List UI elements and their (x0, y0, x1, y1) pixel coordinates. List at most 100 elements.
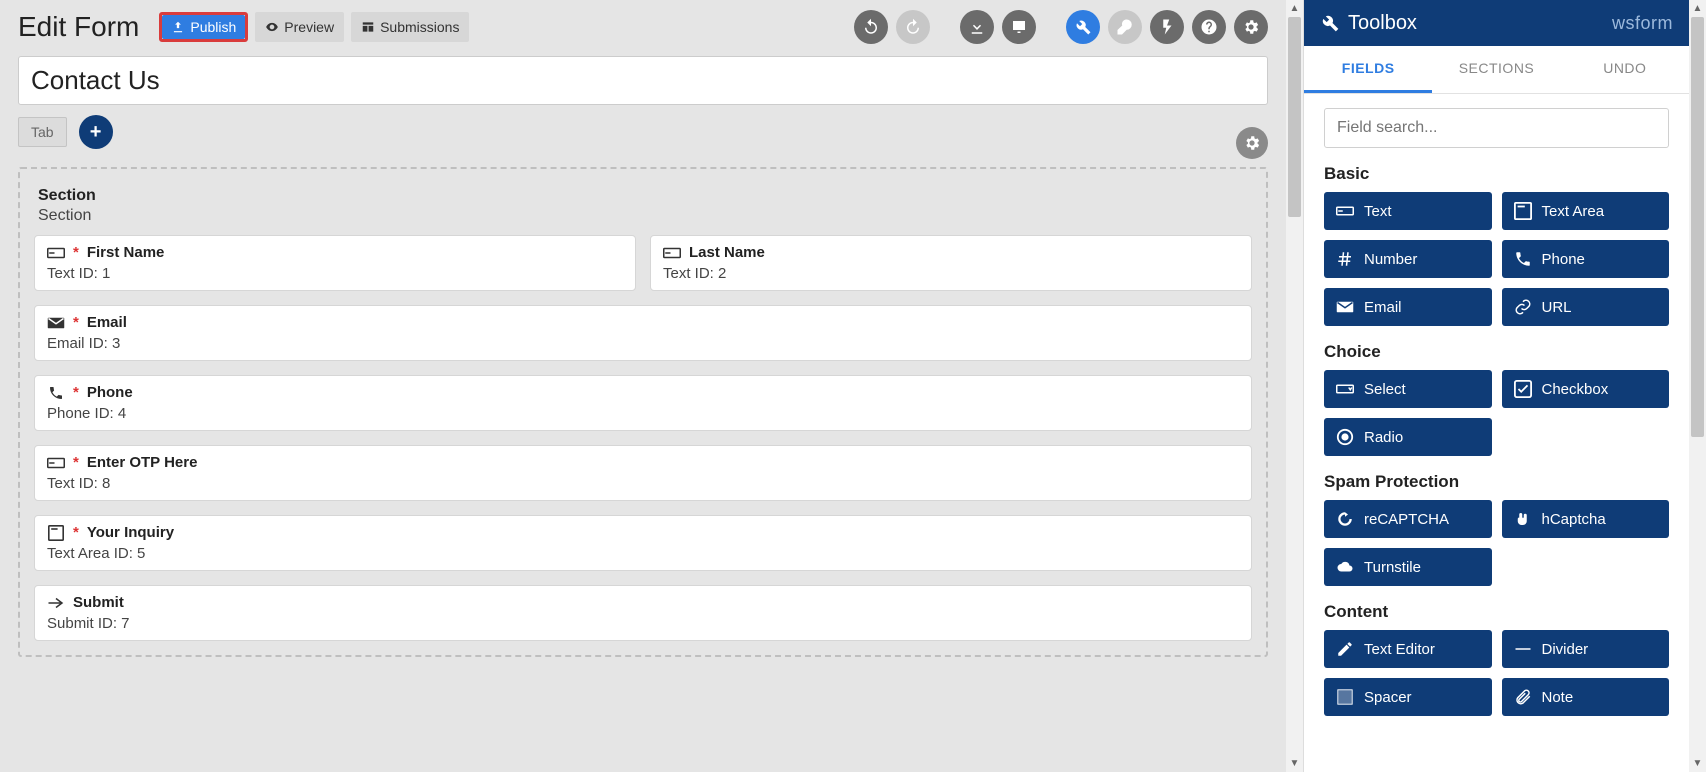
page-title: Edit Form (18, 11, 139, 43)
actions-button[interactable] (1150, 10, 1184, 44)
hash-icon (1336, 250, 1354, 268)
toolbox-item-phone[interactable]: Phone (1502, 240, 1670, 278)
scroll-up-icon[interactable]: ▲ (1689, 0, 1706, 17)
phone-icon (1514, 250, 1532, 268)
topbar: Edit Form Publish Preview Submissions (0, 0, 1286, 48)
field-meta: Text ID: 1 (47, 265, 623, 282)
toolbox-item-number[interactable]: Number (1324, 240, 1492, 278)
field-label: Last Name (689, 244, 765, 261)
toolbox-item-url[interactable]: URL (1502, 288, 1670, 326)
sidebar-scrollbar[interactable]: ▲ ▼ (1689, 0, 1706, 772)
toolbox-item-texteditor[interactable]: Text Editor (1324, 630, 1492, 668)
toolbox-item-turnstile[interactable]: Turnstile (1324, 548, 1492, 586)
field-submit[interactable]: Submit Submit ID: 7 (34, 585, 1252, 641)
top-buttons: Publish Preview Submissions (159, 12, 469, 42)
toolbox-item-textarea[interactable]: Text Area (1502, 192, 1670, 230)
toolbox-item-select[interactable]: Select (1324, 370, 1492, 408)
toolbox-item-text[interactable]: Text (1324, 192, 1492, 230)
help-icon (1200, 18, 1218, 36)
scroll-up-icon[interactable]: ▲ (1286, 0, 1303, 17)
field-search-input[interactable] (1324, 108, 1669, 148)
field-last-name[interactable]: Last Name Text ID: 2 (650, 235, 1252, 291)
text-field-icon (47, 245, 65, 261)
upload-icon (171, 20, 185, 34)
download-icon (968, 18, 986, 36)
field-first-name[interactable]: * First Name Text ID: 1 (34, 235, 636, 291)
tab-item[interactable]: Tab (18, 117, 67, 147)
screen-button[interactable] (1002, 10, 1036, 44)
form-title-input[interactable] (18, 56, 1268, 105)
toolbox-item-note[interactable]: Note (1502, 678, 1670, 716)
undo-icon (862, 18, 880, 36)
section-title: Section (38, 187, 1252, 205)
checkbox-icon (1514, 380, 1532, 398)
email-icon (1336, 298, 1354, 316)
undo-button[interactable] (854, 10, 888, 44)
submissions-label: Submissions (380, 19, 459, 35)
field-label: Enter OTP Here (87, 454, 198, 471)
scroll-thumb[interactable] (1691, 17, 1704, 437)
required-indicator: * (73, 524, 79, 541)
section-subtitle: Section (38, 207, 1252, 225)
publish-label: Publish (190, 19, 236, 35)
toolbox-body: Basic Text Text Area Number Phone Email … (1304, 94, 1689, 772)
field-meta: Submit ID: 7 (47, 615, 1239, 632)
gear-icon (1243, 134, 1261, 152)
tab-fields[interactable]: FIELDS (1304, 46, 1432, 93)
tools-button[interactable] (1066, 10, 1100, 44)
text-field-icon (1336, 202, 1354, 220)
required-indicator: * (73, 384, 79, 401)
download-button[interactable] (960, 10, 994, 44)
field-otp[interactable]: * Enter OTP Here Text ID: 8 (34, 445, 1252, 501)
field-phone[interactable]: * Phone Phone ID: 4 (34, 375, 1252, 431)
group-choice-title: Choice (1324, 342, 1669, 362)
add-tab-button[interactable]: + (79, 115, 113, 149)
scroll-thumb[interactable] (1288, 17, 1301, 217)
section-settings-button[interactable] (1236, 127, 1268, 159)
toolbox-item-hcaptcha[interactable]: hCaptcha (1502, 500, 1670, 538)
eye-icon (265, 20, 279, 34)
group-spam-title: Spam Protection (1324, 472, 1669, 492)
scroll-down-icon[interactable]: ▼ (1286, 755, 1303, 772)
tab-undo[interactable]: UNDO (1561, 46, 1689, 93)
scroll-down-icon[interactable]: ▼ (1689, 755, 1706, 772)
text-field-icon (47, 455, 65, 471)
field-email[interactable]: * Email Email ID: 3 (34, 305, 1252, 361)
field-label: First Name (87, 244, 165, 261)
phone-icon (47, 385, 65, 401)
edit-icon (1336, 640, 1354, 658)
key-button[interactable] (1108, 10, 1142, 44)
toolbox-item-divider[interactable]: Divider (1502, 630, 1670, 668)
help-button[interactable] (1192, 10, 1226, 44)
recaptcha-icon (1336, 510, 1354, 528)
gear-icon (1242, 18, 1260, 36)
main-scrollbar[interactable]: ▲ ▼ (1286, 0, 1303, 772)
publish-button[interactable]: Publish (162, 15, 245, 39)
required-indicator: * (73, 454, 79, 471)
toolbox-item-radio[interactable]: Radio (1324, 418, 1492, 456)
field-meta: Email ID: 3 (47, 335, 1239, 352)
spacer-icon (1336, 688, 1354, 706)
bolt-icon (1158, 18, 1176, 36)
wrench-alt-icon (1116, 18, 1134, 36)
redo-button[interactable] (896, 10, 930, 44)
section-box[interactable]: Section Section * First Name Text ID: 1 (18, 167, 1268, 657)
submit-icon (47, 595, 65, 611)
field-label: Email (87, 314, 127, 331)
top-icon-bar (854, 10, 1268, 44)
toolbox-item-recaptcha[interactable]: reCAPTCHA (1324, 500, 1492, 538)
text-field-icon (663, 245, 681, 261)
wrench-icon (1074, 18, 1092, 36)
link-icon (1514, 298, 1532, 316)
preview-button[interactable]: Preview (255, 12, 344, 42)
plus-icon: + (90, 121, 102, 144)
tab-sections[interactable]: SECTIONS (1432, 46, 1560, 93)
toolbox-item-email[interactable]: Email (1324, 288, 1492, 326)
toolbox-title: Toolbox (1348, 12, 1417, 35)
toolbox-item-spacer[interactable]: Spacer (1324, 678, 1492, 716)
field-inquiry[interactable]: * Your Inquiry Text Area ID: 5 (34, 515, 1252, 571)
toolbox-item-checkbox[interactable]: Checkbox (1502, 370, 1670, 408)
submissions-button[interactable]: Submissions (351, 12, 469, 42)
settings-button[interactable] (1234, 10, 1268, 44)
toolbox-sidebar: Toolbox wsform FIELDS SECTIONS UNDO Basi… (1303, 0, 1689, 772)
